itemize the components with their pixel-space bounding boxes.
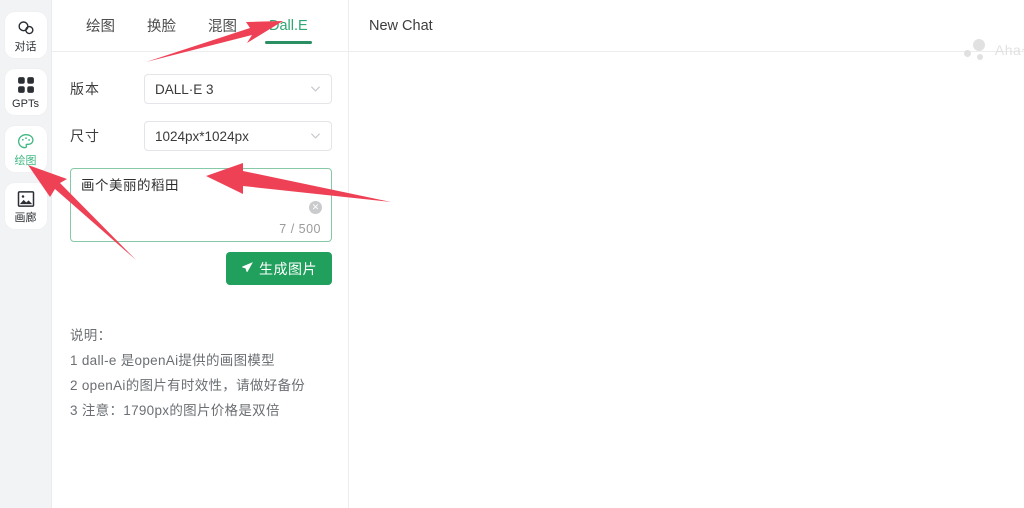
tab-drawing-label: 绘图 xyxy=(86,19,115,35)
version-label: 版本 xyxy=(70,81,100,97)
sidebar-item-drawing[interactable]: 绘图 xyxy=(4,126,47,172)
send-plane-icon xyxy=(241,261,254,277)
watermark-dots-icon xyxy=(963,38,990,62)
left-rail: 对话 GPTs 绘图 画廊 xyxy=(0,0,52,508)
sidebar-item-drawing-label: 绘图 xyxy=(14,154,37,167)
version-select[interactable]: DALL·E 3 xyxy=(144,74,332,104)
chat-header: New Chat xyxy=(349,0,1024,52)
prompt-char-counter: 7 / 500 xyxy=(279,222,321,236)
tab-dalle-label: Dall.E xyxy=(269,17,308,34)
chat-bubbles-icon xyxy=(16,18,36,38)
tab-face-swap-label: 换脸 xyxy=(147,19,176,35)
watermark: Aha~ xyxy=(963,38,1024,62)
tab-face-swap[interactable]: 换脸 xyxy=(131,0,192,52)
app-root: 对话 GPTs 绘图 画廊 绘图 换脸 混图 Dall.E 版本 DALL·E … xyxy=(0,0,1024,508)
chevron-down-icon xyxy=(309,130,322,143)
sidebar-item-gallery-label: 画廊 xyxy=(14,211,37,224)
sidebar-item-gallery[interactable]: 画廊 xyxy=(4,183,47,229)
tab-image-blend-label: 混图 xyxy=(208,19,237,35)
version-row: 版本 DALL·E 3 xyxy=(70,74,332,104)
notes-line-2: 2 openAi的图片有时效性，请做好备份 xyxy=(70,378,306,393)
chat-panel: New Chat Aha~ xyxy=(349,0,1024,508)
generate-image-button-label: 生成图片 xyxy=(259,260,317,277)
tab-image-blend[interactable]: 混图 xyxy=(192,0,253,52)
sidebar-item-chat-label: 对话 xyxy=(14,40,37,53)
size-select[interactable]: 1024px*1024px xyxy=(144,121,332,151)
tool-panel: 绘图 换脸 混图 Dall.E 版本 DALL·E 3 尺寸 1024px*10… xyxy=(52,0,349,508)
watermark-label: Aha~ xyxy=(994,42,1024,58)
sidebar-item-gpts[interactable]: GPTs xyxy=(4,69,47,115)
panel-body: 版本 DALL·E 3 尺寸 1024px*1024px 画个美丽的稻田 ✕ 7… xyxy=(52,52,348,423)
size-select-value: 1024px*1024px xyxy=(155,128,249,144)
close-circle-icon[interactable]: ✕ xyxy=(309,201,322,214)
size-row: 尺寸 1024px*1024px xyxy=(70,121,332,151)
notes-block: 说明： 1 dall-e 是openAi提供的画图模型 2 openAi的图片有… xyxy=(70,323,332,423)
sidebar-item-gpts-label: GPTs xyxy=(12,97,39,110)
size-label: 尺寸 xyxy=(70,128,100,144)
generate-row: 生成图片 xyxy=(70,252,332,285)
grid-squares-icon xyxy=(16,75,36,95)
tab-dalle[interactable]: Dall.E xyxy=(253,0,324,52)
tab-drawing[interactable]: 绘图 xyxy=(70,0,131,52)
chat-title: New Chat xyxy=(369,17,433,34)
tab-bar: 绘图 换脸 混图 Dall.E xyxy=(52,0,348,52)
notes-title: 说明： xyxy=(70,328,112,343)
chevron-down-icon xyxy=(309,83,322,96)
version-select-value: DALL·E 3 xyxy=(155,81,214,97)
generate-image-button[interactable]: 生成图片 xyxy=(226,252,332,285)
sidebar-item-chat[interactable]: 对话 xyxy=(4,12,47,58)
image-frame-icon xyxy=(16,189,36,209)
prompt-input-value: 画个美丽的稻田 xyxy=(81,178,179,193)
notes-line-1: 1 dall-e 是openAi提供的画图模型 xyxy=(70,353,275,368)
notes-line-3: 3 注意：1790px的图片价格是双倍 xyxy=(70,403,280,418)
palette-icon xyxy=(16,132,36,152)
prompt-input[interactable]: 画个美丽的稻田 ✕ 7 / 500 xyxy=(70,168,332,242)
